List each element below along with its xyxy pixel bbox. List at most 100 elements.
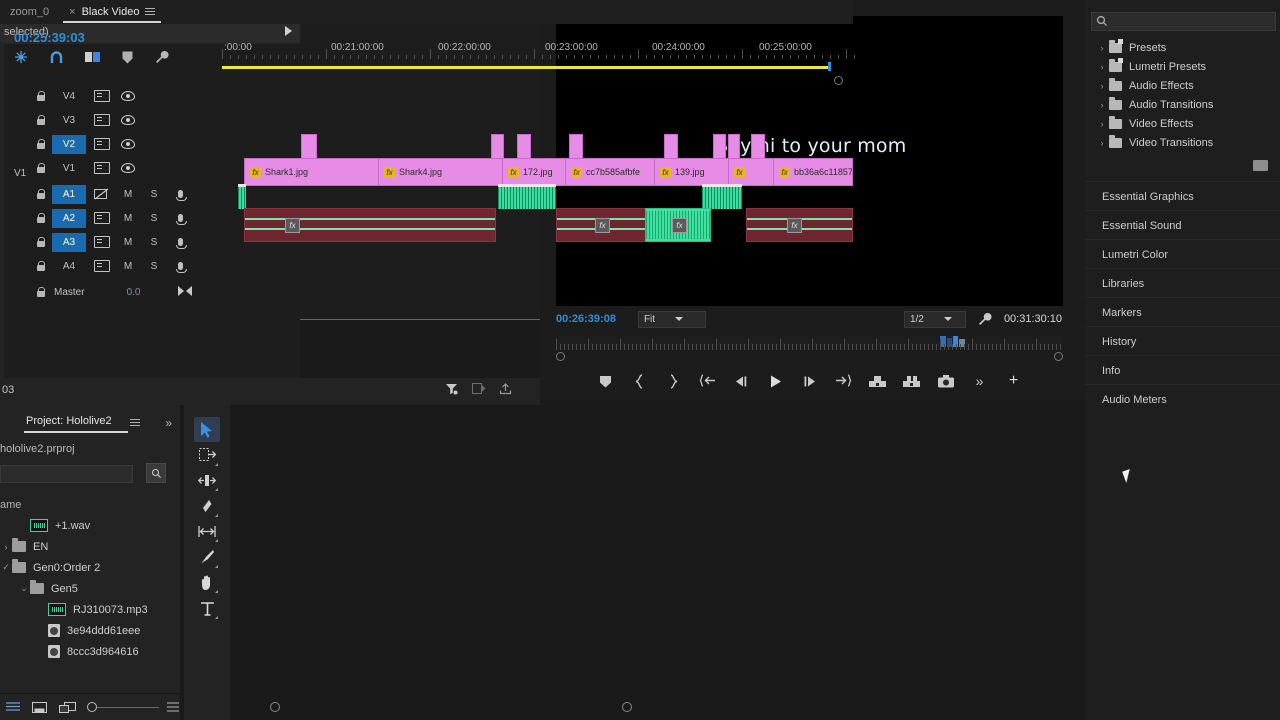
track-name-label[interactable]: V3 — [52, 111, 86, 130]
sequence-settings-icon[interactable] — [14, 50, 28, 64]
timeline-playhead-timecode[interactable]: 00:25:39:03 — [14, 30, 85, 45]
mute-track-button[interactable]: M — [120, 236, 136, 249]
go-to-in-button[interactable] — [691, 369, 725, 393]
toggle-sync-lock-icon[interactable] — [94, 162, 110, 175]
zoom-handle-left[interactable] — [270, 702, 280, 712]
lock-icon[interactable] — [36, 115, 46, 126]
v2-title-clip[interactable] — [569, 134, 583, 160]
v2-title-clip[interactable] — [491, 134, 504, 160]
v2-title-clip[interactable] — [517, 134, 531, 160]
track-header-a1[interactable]: A1MS — [14, 184, 224, 204]
twirl-icon[interactable]: › — [1095, 43, 1109, 53]
wrench-icon[interactable] — [978, 312, 992, 326]
voiceover-record-button[interactable] — [172, 236, 188, 249]
pen-tool[interactable] — [194, 545, 220, 570]
lock-icon[interactable] — [36, 163, 46, 174]
panel-tab-markers[interactable]: Markers — [1085, 297, 1280, 327]
play-stop-button[interactable] — [759, 369, 793, 393]
timeline-playhead[interactable] — [828, 62, 831, 71]
close-icon[interactable]: × — [69, 6, 75, 18]
panel-tab-lumetri-color[interactable]: Lumetri Color — [1085, 239, 1280, 269]
project-item[interactable]: 3e94ddd61eee — [0, 620, 180, 641]
toggle-track-output-icon[interactable] — [120, 90, 136, 103]
track-header-v3[interactable]: V3 — [14, 110, 224, 130]
mark-in-button[interactable] — [623, 369, 657, 393]
rolling-edit-tool[interactable] — [194, 494, 220, 519]
track-name-label[interactable]: V1 — [52, 159, 86, 178]
timeline-panel-menu-icon[interactable] — [145, 8, 155, 16]
v2-title-clip[interactable] — [728, 134, 740, 160]
voiceover-record-button[interactable] — [172, 212, 188, 225]
toggle-sync-lock-icon[interactable] — [94, 138, 110, 151]
timeline-tab-black-video[interactable]: ×Black Video — [59, 1, 165, 23]
mute-track-button[interactable]: M — [120, 260, 136, 273]
track-name-label[interactable]: Master — [52, 283, 85, 302]
twirl-icon[interactable]: › — [1095, 100, 1109, 110]
v1-video-clip[interactable]: fxcc7b585afbfe — [565, 158, 655, 186]
program-monitor-scrollrow[interactable] — [556, 350, 1063, 364]
add-button[interactable]: + — [997, 369, 1031, 393]
panel-tab-info[interactable]: Info — [1085, 355, 1280, 385]
project-item[interactable]: ›EN — [0, 536, 180, 557]
panel-tab-essential-sound[interactable]: Essential Sound — [1085, 210, 1280, 240]
v1-video-clip[interactable]: fxShark1.jpg — [244, 158, 379, 186]
lift-button[interactable] — [861, 369, 895, 393]
toggle-sync-lock-icon[interactable] — [94, 260, 110, 273]
twirl-icon[interactable]: ⌄ — [18, 583, 30, 594]
twirl-icon[interactable]: › — [1095, 81, 1109, 91]
solo-track-button[interactable]: S — [146, 236, 162, 249]
solo-track-button[interactable]: S — [146, 260, 162, 273]
a2-audio-clip[interactable]: fx — [556, 208, 646, 242]
resolution-dropdown[interactable]: 1/2 — [904, 311, 966, 328]
a2-audio-clip[interactable]: fx — [244, 208, 496, 242]
panel-tab-essential-graphics[interactable]: Essential Graphics — [1085, 181, 1280, 211]
effects-tree-item-presets[interactable]: ›Presets — [1085, 38, 1280, 57]
linked-selection-icon[interactable] — [85, 50, 100, 64]
project-item[interactable]: +1.wav — [0, 515, 180, 536]
a1-audio-clip[interactable] — [498, 184, 556, 209]
extract-button[interactable] — [895, 369, 929, 393]
effect-controls-play-arrow-icon[interactable] — [285, 26, 292, 36]
lock-icon[interactable] — [36, 237, 46, 248]
v2-title-clip[interactable] — [301, 134, 317, 160]
track-header-v4[interactable]: V4 — [14, 86, 224, 106]
track-name-label[interactable]: A3 — [52, 233, 86, 252]
effects-tree-item-audio-effects[interactable]: ›Audio Effects — [1085, 76, 1280, 95]
track-name-label[interactable]: V4 — [52, 87, 86, 106]
track-select-tool[interactable] — [194, 443, 220, 468]
project-panel-menu-icon[interactable] — [130, 419, 140, 427]
effects-tree-item-lumetri-presets[interactable]: ›Lumetri Presets — [1085, 57, 1280, 76]
timeline-ruler[interactable]: :00:0000:21:00:0000:22:00:0000:23:00:000… — [222, 40, 852, 66]
project-search-input[interactable] — [0, 465, 133, 483]
twirl-icon[interactable]: › — [1095, 119, 1109, 129]
v1-video-clip[interactable]: fx139.jpg — [654, 158, 729, 186]
lock-icon[interactable] — [36, 189, 46, 200]
v2-title-clip[interactable] — [751, 134, 765, 160]
program-monitor-ruler[interactable] — [556, 336, 1063, 350]
twirl-icon[interactable]: › — [1095, 62, 1109, 72]
track-header-master[interactable]: Master 0.0 — [14, 282, 224, 302]
mark-out-button[interactable] — [657, 369, 691, 393]
twirl-icon[interactable]: › — [1095, 138, 1109, 148]
twirl-icon[interactable]: ✓ — [0, 562, 12, 573]
type-tool[interactable] — [194, 596, 220, 621]
hand-tool[interactable] — [194, 570, 220, 595]
new-custom-bin-icon[interactable] — [1253, 160, 1268, 171]
step-forward-button[interactable] — [793, 369, 827, 393]
toggle-track-output-icon[interactable] — [120, 162, 136, 175]
panel-tab-libraries[interactable]: Libraries — [1085, 268, 1280, 298]
panel-tab-history[interactable]: History — [1085, 326, 1280, 356]
v2-title-clip[interactable] — [664, 134, 678, 160]
a2-audio-clip[interactable]: fx — [645, 208, 711, 242]
timeline-scroll-handle-right[interactable] — [834, 76, 843, 85]
overflow-chevron-icon[interactable]: » — [165, 416, 172, 430]
zoom-level-dropdown[interactable]: Fit — [638, 311, 706, 328]
master-volume-value[interactable]: 0.0 — [127, 287, 141, 298]
mute-track-button[interactable]: M — [120, 188, 136, 201]
lock-icon[interactable] — [36, 261, 46, 272]
project-item[interactable]: RJ310073.mp3 — [0, 599, 180, 620]
ripple-edit-tool[interactable] — [194, 468, 220, 493]
a2-audio-clip[interactable]: fx — [746, 208, 853, 242]
a1-audio-clip[interactable] — [702, 184, 742, 209]
rate-stretch-tool[interactable] — [194, 519, 220, 544]
